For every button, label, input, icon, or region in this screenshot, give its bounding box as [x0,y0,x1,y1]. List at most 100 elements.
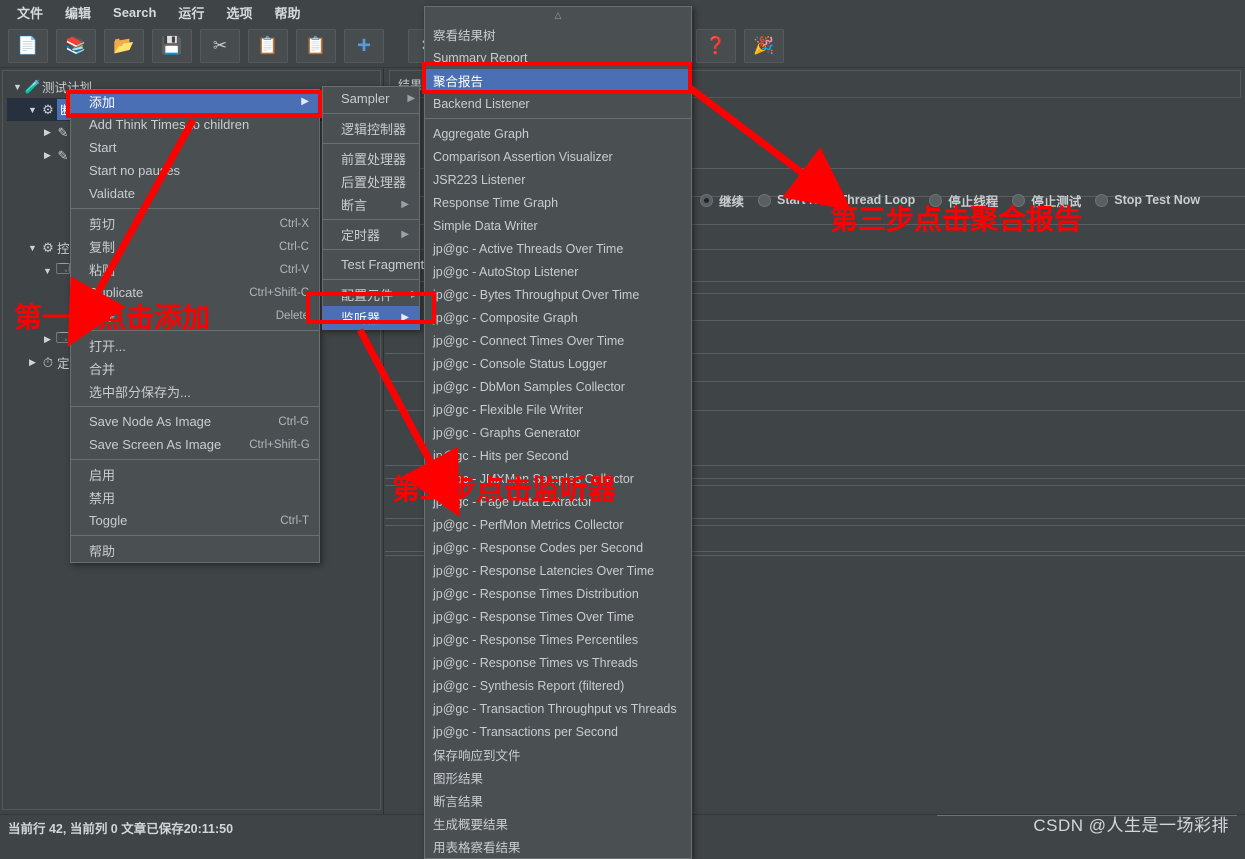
menu-item[interactable]: jp@gc - Bytes Throughput Over Time [425,283,691,306]
menu-item[interactable]: Save Node As Image Ctrl-G [71,410,319,433]
menu-item-label: jp@gc - Console Status Logger [433,356,607,371]
expand-collapse-icon[interactable]: ▶ [41,150,54,161]
menu-item[interactable]: 定时器 ▶ [323,223,419,246]
menu-item[interactable]: 逻辑控制器▶ [323,117,432,140]
menu-item[interactable]: 监听器 ▶ [323,306,419,329]
menu-item[interactable]: 用表格察看结果 [425,835,691,858]
menu-4[interactable]: 选项 [215,0,263,25]
menu-item[interactable]: 帮助 [71,539,319,562]
menu-item[interactable]: 复制 Ctrl-C [71,235,319,258]
paste-button[interactable]: 📋 [296,28,336,63]
menu-item[interactable]: Sampler ▶ [323,87,419,110]
menu-item[interactable]: 断言结果 [425,789,691,812]
templates-button[interactable]: 📚 [56,28,96,63]
menu-item[interactable]: jp@gc - Active Threads Over Time [425,237,691,260]
menu-item[interactable]: 选中部分保存为... [71,380,319,403]
menu-5[interactable]: 帮助 [263,0,311,25]
menu-item[interactable]: jp@gc - Console Status Logger [425,352,691,375]
menu-item[interactable]: Validate [71,182,319,205]
menu-item[interactable]: jp@gc - Composite Graph [425,306,691,329]
menu-item[interactable]: Start [71,136,319,159]
menu-item[interactable]: 前置处理器▶ [323,147,432,170]
copy-button[interactable]: 📋 [248,28,288,63]
menu-item[interactable]: 断言 ▶ [323,193,419,216]
menu-item[interactable]: jp@gc - Graphs Generator [425,421,691,444]
menu-item[interactable]: jp@gc - Response Times Percentiles [425,628,691,651]
menu-3[interactable]: 运行 [167,0,215,25]
menu-0[interactable]: 文件 [6,0,54,25]
menu-item[interactable]: jp@gc - DbMon Samples Collector [425,375,691,398]
menu-item[interactable]: Add Think Times to children [71,113,319,136]
menu-item[interactable]: Start no pauses [71,159,319,182]
menu-item-label: jp@gc - Response Times Distribution [433,586,639,601]
menu-1[interactable]: 编辑 [54,0,102,25]
menu-item[interactable]: jp@gc - Response Latencies Over Time [425,559,691,582]
submenu-arrow-icon: ▶ [407,93,416,104]
radio-icon[interactable] [700,193,713,207]
expand-collapse-icon[interactable]: ▼ [26,105,39,115]
menu-2[interactable]: Search [102,2,167,23]
menu-item[interactable]: jp@gc - Connect Times Over Time [425,329,691,352]
menu-item[interactable]: 合并 [71,357,319,380]
menu-item[interactable]: 后置处理器▶ [323,170,432,193]
menu-item[interactable]: jp@gc - Transactions per Second [425,720,691,743]
menu-item[interactable]: 聚合报告 [425,69,691,92]
menu-item[interactable]: Summary Report [425,46,691,69]
menu-item[interactable]: Simple Data Writer [425,214,691,237]
open-button[interactable]: 📂 [104,28,144,63]
expand-collapse-icon[interactable]: ▼ [11,82,24,92]
menu-item[interactable]: 禁用 [71,486,319,509]
cut-button[interactable]: ✂ [200,28,240,63]
help-button[interactable]: ❓ [696,28,736,63]
expand-collapse-icon[interactable]: ▶ [26,357,39,368]
menu-item[interactable]: jp@gc - Synthesis Report (filtered) [425,674,691,697]
menu-item[interactable]: 图形结果 [425,766,691,789]
new-button[interactable]: 📄 [8,28,48,63]
menu-item[interactable]: 配置元件 ▶ [323,283,419,306]
menu-item[interactable]: Response Time Graph [425,191,691,214]
expand-collapse-icon[interactable]: ▼ [26,243,39,253]
menu-item[interactable]: Backend Listener [425,92,691,115]
menu-item[interactable]: 打开... [71,334,319,357]
menu-item[interactable]: 保存响应到文件 [425,743,691,766]
menu-item[interactable]: Aggregate Graph [425,122,691,145]
radio-icon[interactable] [758,193,772,207]
error-action-option[interactable]: Stop Test Now [1095,193,1200,207]
menu-item[interactable]: jp@gc - PerfMon Metrics Collector [425,513,691,536]
menu-item[interactable]: Test Fragment▶ [323,253,450,276]
add-submenu[interactable]: Sampler▶逻辑控制器▶前置处理器▶后置处理器▶断言▶定时器▶Test Fr… [322,86,450,330]
expand-collapse-icon[interactable]: ▶ [41,127,54,138]
toggle-button[interactable]: 🎉 [744,28,784,63]
menu-separator [71,208,319,209]
annotation-step2: 第二步点击监听器 [392,473,617,506]
menu-item[interactable]: Comparison Assertion Visualizer [425,145,691,168]
scroll-up-icon[interactable]: △ [425,7,691,23]
menu-item[interactable]: jp@gc - Transaction Throughput vs Thread… [425,697,691,720]
menu-item[interactable]: 粘贴 Ctrl-V [71,258,319,281]
menu-item[interactable]: jp@gc - Flexible File Writer [425,398,691,421]
menu-item[interactable]: Toggle Ctrl-T [71,509,319,532]
menu-item[interactable]: jp@gc - Response Times Over Time [425,605,691,628]
menu-item[interactable]: jp@gc - Response Codes per Second [425,536,691,559]
listener-submenu[interactable]: △ 察看结果树 Summary Report 聚合报告 Backend Listene… [424,6,692,859]
menu-item[interactable]: jp@gc - Hits per Second [425,444,691,467]
menu-item-label: Backend Listener [433,96,530,111]
error-action-label: 继续 [719,194,745,209]
annotation-step1: 第一步点击添加 [14,301,211,334]
menu-item[interactable]: 启用 [71,463,319,486]
menu-item[interactable]: 剪切 Ctrl-X [71,212,319,235]
radio-icon[interactable] [1095,193,1109,207]
menu-item[interactable]: Save Screen As Image Ctrl+Shift-G [71,433,319,456]
menu-item[interactable]: 添加 ▶ [71,90,319,113]
error-action-option[interactable]: 继续 [700,191,744,210]
add-button[interactable]: + [344,28,384,63]
menu-item-label: 后置处理器 [341,175,407,190]
menu-item[interactable]: JSR223 Listener [425,168,691,191]
menu-item[interactable]: jp@gc - Response Times Distribution [425,582,691,605]
menu-item[interactable]: 生成概要结果 [425,812,691,835]
menu-item[interactable]: 察看结果树 [425,23,691,46]
menu-item[interactable]: jp@gc - AutoStop Listener [425,260,691,283]
expand-collapse-icon[interactable]: ▼ [41,266,54,276]
menu-item[interactable]: jp@gc - Response Times vs Threads [425,651,691,674]
save-button[interactable]: 💾 [152,28,192,63]
